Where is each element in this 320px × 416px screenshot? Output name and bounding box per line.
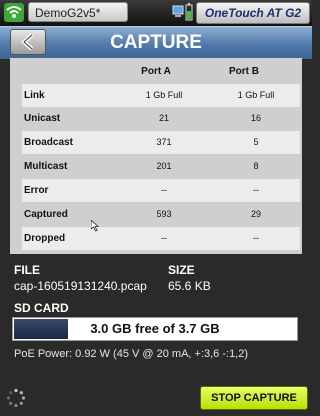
mouse-cursor-icon xyxy=(91,220,99,232)
page-title: CAPTURE xyxy=(110,32,202,53)
stop-capture-button[interactable]: STOP CAPTURE xyxy=(200,386,308,410)
port-a-value: 1 Gb Full xyxy=(145,90,183,100)
table-row: Error -- -- xyxy=(22,179,300,202)
row-label: Link xyxy=(24,90,45,101)
row-label: Error xyxy=(24,185,49,196)
port-a-value: -- xyxy=(161,185,167,195)
row-label: Captured xyxy=(24,209,68,220)
table-row: Unicast 21 16 xyxy=(22,107,300,130)
file-name: cap-160519131240.pcap xyxy=(14,279,147,293)
port-a-value: -- xyxy=(161,233,167,243)
port-b-value: 29 xyxy=(250,209,261,219)
port-a-value: 371 xyxy=(156,137,172,147)
port-a-value: 21 xyxy=(158,113,169,123)
row-label: Multicast xyxy=(24,161,68,172)
size-label: SIZE xyxy=(168,263,195,277)
port-b-value: -- xyxy=(253,185,259,195)
port-b-value: -- xyxy=(253,233,259,243)
storage-free-text: 3.0 GB free of 3.7 GB xyxy=(90,321,220,336)
table-row: Captured 593 29 xyxy=(22,203,300,226)
poe-power-text: PoE Power: 0.92 W (45 V @ 20 mA, +:3,6 -… xyxy=(14,348,249,360)
stats-table: Port A Port B Link 1 Gb Full 1 Gb Full U… xyxy=(10,58,302,254)
status-bar: DemoG2v5* OneTouch AT G2 xyxy=(0,0,312,26)
size-value: 65.6 KB xyxy=(168,279,211,293)
back-arrow-icon xyxy=(20,33,34,51)
busy-spinner-icon xyxy=(6,388,26,408)
row-label: Unicast xyxy=(24,113,61,124)
status-icons xyxy=(172,3,194,23)
computer-icon xyxy=(172,5,184,17)
storage-bar: 3.0 GB free of 3.7 GB xyxy=(12,317,298,341)
port-b-value: 16 xyxy=(250,113,261,123)
row-label: Broadcast xyxy=(24,137,73,148)
port-b-value: 8 xyxy=(253,161,259,171)
profile-name[interactable]: DemoG2v5* xyxy=(28,2,128,22)
sd-card-label: SD CARD xyxy=(14,301,69,315)
row-label: Dropped xyxy=(24,233,66,244)
file-label: FILE xyxy=(14,263,40,277)
device-name[interactable]: OneTouch AT G2 xyxy=(196,2,310,24)
title-bar: CAPTURE xyxy=(0,26,312,59)
table-row: Multicast 201 8 xyxy=(22,155,300,178)
port-b-value: 1 Gb Full xyxy=(237,90,275,100)
port-b-value: 5 xyxy=(253,137,259,147)
column-header-port-a: Port A xyxy=(141,66,171,77)
wifi-icon[interactable] xyxy=(4,3,24,22)
table-row: Broadcast 371 5 xyxy=(22,131,300,154)
back-button[interactable] xyxy=(10,29,46,55)
table-row: Dropped -- -- xyxy=(22,227,300,250)
column-header-port-b: Port B xyxy=(229,66,259,77)
port-a-value: 593 xyxy=(156,209,172,219)
port-a-value: 201 xyxy=(156,161,172,171)
table-row: Link 1 Gb Full 1 Gb Full xyxy=(22,84,300,107)
battery-icon xyxy=(185,3,193,21)
